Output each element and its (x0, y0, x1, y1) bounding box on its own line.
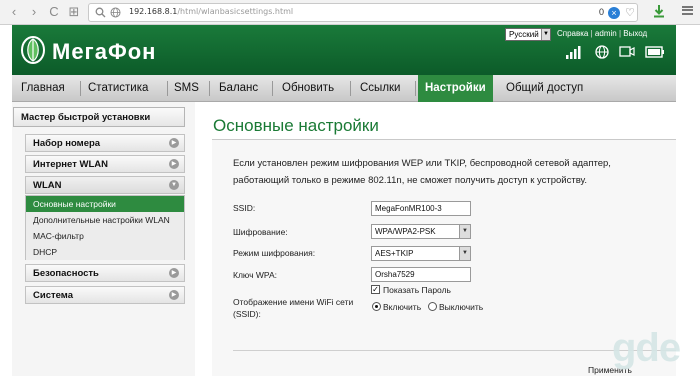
encryption-select[interactable]: WPA/WPA2-PSK ▼ (371, 224, 471, 239)
encryption-label: Шифрование: (233, 227, 288, 237)
sidebar-item-label: WLAN (33, 180, 62, 191)
encryption-mode-select[interactable]: AES+TKIP ▼ (371, 246, 471, 261)
top-links: Справка | admin | Выход (557, 29, 648, 38)
sidebar-subitem-basic[interactable]: Основные настройки (26, 196, 184, 212)
sidebar-item-wlan[interactable]: WLAN ▼ (25, 176, 185, 194)
megafon-logo-icon (21, 36, 45, 64)
chevron-right-icon: ▶ (169, 138, 179, 148)
ssid-label: SSID: (233, 203, 256, 213)
sidebar-item-system[interactable]: Система ▶ (25, 286, 185, 304)
encryption-mode-label: Режим шифрования: (233, 248, 316, 258)
nav-links[interactable]: Ссылки (353, 75, 408, 102)
reload-icon[interactable]: C (46, 4, 62, 20)
download-icon[interactable] (653, 4, 665, 18)
chevron-down-icon: ▼ (541, 29, 550, 40)
language-select[interactable]: Русский ▼ (505, 28, 551, 41)
browser-menu-icon[interactable] (682, 6, 693, 15)
chevron-down-icon: ▼ (169, 180, 179, 190)
broadcast-on-radio[interactable] (372, 302, 381, 311)
sidebar-item-security[interactable]: Безопасность ▶ (25, 264, 185, 282)
search-icon (95, 7, 106, 18)
form-divider (233, 350, 676, 351)
help-link[interactable]: Справка (557, 29, 588, 38)
user-name: admin (594, 29, 617, 38)
tabs-grid-icon[interactable]: ⊞ (66, 4, 82, 20)
battery-icon (645, 46, 664, 58)
ssid-broadcast-label: Отображение имени WiFi сети (233, 297, 354, 307)
url-text: 192.168.8.1/html/wlanbasicsettings.html (129, 7, 294, 16)
chevron-down-icon: ▼ (459, 225, 470, 238)
chevron-right-icon: ▶ (169, 268, 179, 278)
sidebar-item-label: Интернет WLAN (33, 159, 108, 170)
wpa-key-input[interactable]: Orsha7529 (371, 267, 471, 282)
device-status-icon (619, 46, 635, 57)
nav-home[interactable]: Главная (14, 75, 72, 102)
nav-sharing[interactable]: Общий доступ (499, 75, 590, 102)
wpa-key-label: Ключ WPA: (233, 270, 277, 280)
sidebar-subitem-dhcp[interactable]: DHCP (26, 244, 184, 260)
browser-toolbar: ‹ › C ⊞ 192.168.8.1/html/wlanbasicsettin… (0, 0, 700, 25)
globe-status-icon (595, 45, 609, 59)
nav-divider (272, 81, 273, 96)
sidebar-item-internet-wlan[interactable]: Интернет WLAN ▶ (25, 155, 185, 173)
address-bar[interactable]: 192.168.8.1/html/wlanbasicsettings.html … (88, 3, 638, 22)
forward-icon[interactable]: › (26, 4, 42, 20)
broadcast-off-radio[interactable] (428, 302, 437, 311)
nav-statistics[interactable]: Статистика (81, 75, 155, 102)
protect-badge-icon[interactable]: × (608, 7, 620, 19)
ssid-broadcast-label-suffix: (SSID): (233, 309, 261, 319)
sidebar-subitem-advanced[interactable]: Дополнительные настройки WLAN (26, 212, 184, 228)
main-nav: Главная Статистика SMS Баланс Обновить С… (12, 75, 676, 102)
chevron-right-icon: ▶ (169, 290, 179, 300)
quick-setup-button[interactable]: Мастер быстрой установки (13, 107, 185, 127)
protect-counter: 0 (599, 7, 605, 17)
sidebar-item-label: Безопасность (33, 268, 99, 279)
chevron-right-icon: ▶ (169, 159, 179, 169)
back-icon[interactable]: ‹ (6, 4, 22, 20)
globe-icon (110, 7, 121, 18)
nav-sms[interactable]: SMS (167, 75, 206, 102)
sidebar-subitem-mac-filter[interactable]: MAC-фильтр (26, 228, 184, 244)
broadcast-on-label: Включить (383, 302, 422, 312)
show-password-checkbox[interactable]: ✓ (371, 285, 380, 294)
signal-bars-icon (566, 46, 581, 59)
nav-divider (415, 81, 416, 96)
nav-divider (209, 81, 210, 96)
sidebar-item-label: Система (33, 290, 73, 301)
sidebar-item-label: Набор номера (33, 138, 101, 149)
nav-balance[interactable]: Баланс (212, 75, 265, 102)
sidebar-item-dialup[interactable]: Набор номера ▶ (25, 134, 185, 152)
brand-name: МегаФон (52, 39, 157, 64)
nav-settings[interactable]: Настройки (418, 75, 493, 102)
show-password-label: Показать Пароль (383, 285, 451, 295)
site-header: МегаФон Русский ▼ Справка | admin | Выхо… (12, 25, 676, 75)
nav-divider (350, 81, 351, 96)
page-title: Основные настройки (213, 116, 379, 135)
logout-link[interactable]: Выход (623, 29, 647, 38)
chevron-down-icon: ▼ (459, 247, 470, 260)
ssid-input[interactable]: MegaFonMR100-3 (371, 201, 471, 216)
info-note: Если установлен режим шифрования WEP или… (233, 158, 611, 186)
watermark: gde (612, 326, 681, 370)
nav-update[interactable]: Обновить (275, 75, 341, 102)
broadcast-off-label: Выключить (439, 302, 484, 312)
bookmark-heart-icon[interactable]: ♡ (625, 6, 635, 19)
